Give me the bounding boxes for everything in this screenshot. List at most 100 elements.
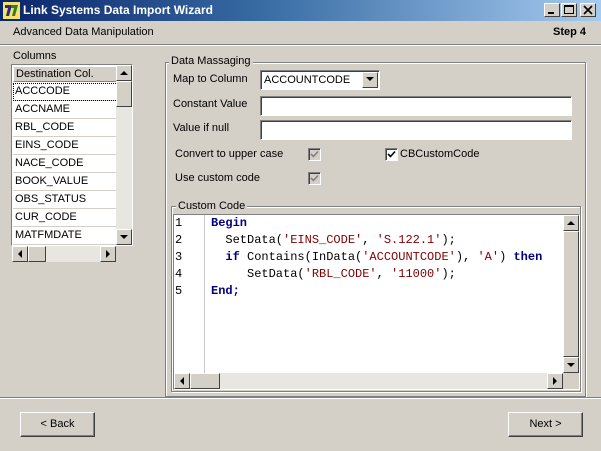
close-button[interactable] bbox=[580, 3, 596, 17]
code-text: , bbox=[362, 233, 377, 247]
chevron-down-icon bbox=[366, 77, 374, 81]
list-header-destination-col[interactable]: Destination Col. bbox=[13, 66, 118, 82]
map-to-column-value: ACCOUNTCODE bbox=[264, 74, 351, 86]
line-number-gutter: 1 2 3 4 5 bbox=[174, 215, 205, 373]
title-bar[interactable]: Link Systems Data Import Wizard bbox=[0, 0, 601, 21]
dropdown-button[interactable] bbox=[362, 72, 378, 88]
code-text: SetData( bbox=[211, 267, 305, 281]
list-item[interactable]: EINS_CODE bbox=[13, 137, 118, 155]
list-item[interactable]: BOOK_VALUE bbox=[13, 173, 118, 191]
page-subtitle: Advanced Data Manipulation bbox=[13, 26, 154, 38]
next-button-label: Next > bbox=[529, 418, 562, 430]
scroll-left-button[interactable] bbox=[174, 373, 190, 389]
code-horizontal-scrollbar[interactable] bbox=[174, 373, 563, 389]
arrow-left-icon bbox=[18, 250, 22, 258]
line-number: 5 bbox=[175, 284, 183, 298]
map-to-column-select[interactable]: ACCOUNTCODE bbox=[260, 70, 380, 90]
next-button[interactable]: Next > bbox=[508, 412, 583, 437]
checkmark-icon bbox=[387, 150, 396, 158]
cb-custom-code-label: CBCustomCode bbox=[400, 148, 480, 160]
cb-custom-code-checkbox[interactable] bbox=[385, 148, 398, 161]
code-line[interactable]: SetData('RBL_CODE', '11000'); bbox=[211, 266, 456, 283]
code-string: '11000' bbox=[391, 267, 442, 281]
use-custom-code-label: Use custom code bbox=[175, 172, 260, 184]
scroll-left-button[interactable] bbox=[12, 246, 28, 262]
scroll-down-button[interactable] bbox=[116, 229, 132, 245]
minimize-button[interactable] bbox=[544, 3, 560, 17]
constant-value-input[interactable] bbox=[260, 96, 572, 116]
app-logo-icon bbox=[3, 2, 20, 19]
maximize-icon bbox=[564, 5, 574, 14]
upper-case-checkbox[interactable] bbox=[308, 148, 321, 161]
minimize-icon bbox=[548, 12, 554, 14]
scroll-down-button[interactable] bbox=[563, 357, 579, 373]
line-number: 2 bbox=[175, 233, 183, 247]
code-keyword: End; bbox=[211, 284, 240, 298]
line-number: 3 bbox=[175, 250, 183, 264]
list-item[interactable]: MATFMDATE bbox=[13, 227, 118, 245]
scroll-thumb[interactable] bbox=[563, 231, 579, 357]
scroll-thumb[interactable] bbox=[116, 81, 132, 107]
code-editor[interactable]: 1 2 3 4 5 Begin SetData('EINS_CODE', 'S.… bbox=[173, 214, 580, 390]
code-line[interactable]: if Contains(InData('ACCOUNTCODE'), 'A') … bbox=[211, 249, 542, 266]
code-text: SetData( bbox=[211, 233, 284, 247]
line-number: 1 bbox=[175, 216, 183, 230]
arrow-up-icon bbox=[567, 221, 575, 225]
arrow-up-icon bbox=[120, 71, 128, 75]
custom-code-label: Custom Code bbox=[176, 200, 248, 212]
code-keyword: then bbox=[513, 250, 543, 264]
upper-case-label: Convert to upper case bbox=[175, 148, 284, 160]
list-item[interactable]: ACCCODE bbox=[13, 83, 118, 101]
scroll-up-button[interactable] bbox=[116, 65, 132, 81]
footer-divider bbox=[0, 397, 601, 399]
code-line[interactable]: Begin bbox=[211, 215, 247, 232]
arrow-right-icon bbox=[106, 250, 110, 258]
arrow-right-icon bbox=[553, 377, 557, 385]
code-string: 'RBL_CODE' bbox=[304, 267, 377, 281]
window-title: Link Systems Data Import Wizard bbox=[23, 3, 213, 17]
scroll-right-button[interactable] bbox=[547, 373, 563, 389]
code-vertical-scrollbar[interactable] bbox=[563, 215, 579, 373]
scroll-thumb[interactable] bbox=[190, 373, 220, 389]
columns-horizontal-scrollbar[interactable] bbox=[12, 246, 116, 262]
step-indicator: Step 4 bbox=[552, 26, 586, 38]
list-item[interactable]: RBL_CODE bbox=[13, 119, 118, 137]
code-string: 'A' bbox=[477, 250, 500, 264]
line-number: 4 bbox=[175, 267, 183, 281]
value-if-null-input[interactable] bbox=[260, 120, 572, 140]
checkmark-icon bbox=[310, 150, 319, 158]
columns-label: Columns bbox=[13, 50, 57, 62]
list-item[interactable]: CUR_CODE bbox=[13, 209, 118, 227]
scroll-up-button[interactable] bbox=[563, 215, 579, 231]
arrow-down-icon bbox=[567, 363, 575, 367]
back-button[interactable]: < Back bbox=[20, 412, 95, 437]
constant-value-label: Constant Value bbox=[173, 98, 248, 110]
columns-listbox[interactable]: Destination Col. ACCCODE ACCNAME RBL_COD… bbox=[11, 64, 133, 246]
arrow-left-icon bbox=[180, 377, 184, 385]
code-text: ); bbox=[441, 267, 456, 281]
list-item[interactable]: OBS_STATUS bbox=[13, 191, 118, 209]
code-text: Contains(InData( bbox=[239, 250, 363, 264]
scroll-right-button[interactable] bbox=[100, 246, 116, 262]
close-icon bbox=[583, 5, 593, 15]
code-string: 'S.122.1' bbox=[376, 233, 442, 247]
list-item[interactable]: NACE_CODE bbox=[13, 155, 118, 173]
wizard-header: Advanced Data Manipulation Step 4 bbox=[0, 21, 601, 45]
scroll-thumb[interactable] bbox=[28, 246, 46, 262]
maximize-button[interactable] bbox=[561, 3, 577, 17]
code-text: , bbox=[376, 267, 392, 281]
value-if-null-label: Value if null bbox=[173, 122, 230, 134]
checkmark-icon bbox=[310, 174, 319, 182]
list-item[interactable]: ACCNAME bbox=[13, 101, 118, 119]
back-button-label: < Back bbox=[40, 418, 75, 430]
data-massaging-label: Data Massaging bbox=[169, 55, 253, 67]
code-text: ) bbox=[499, 250, 514, 264]
code-keyword: if bbox=[225, 250, 240, 264]
code-keyword: Begin bbox=[211, 216, 248, 230]
code-line[interactable]: SetData('EINS_CODE', 'S.122.1'); bbox=[211, 232, 455, 249]
code-line[interactable]: End; bbox=[211, 283, 240, 300]
scrollbar-corner bbox=[563, 373, 579, 389]
use-custom-code-checkbox[interactable] bbox=[308, 172, 321, 185]
columns-vertical-scrollbar[interactable] bbox=[116, 65, 132, 245]
